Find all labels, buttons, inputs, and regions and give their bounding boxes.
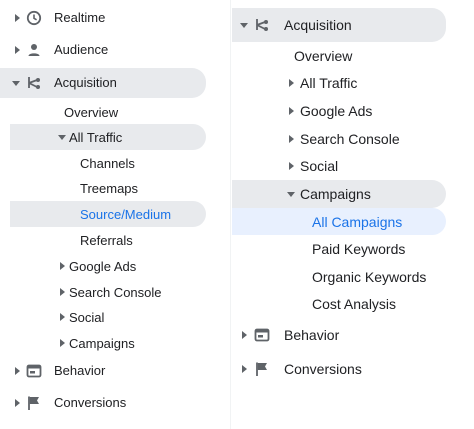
nav-item-audience[interactable]: Audience: [0, 37, 200, 63]
nav-label: Cost Analysis: [312, 296, 397, 312]
nav-label: Source/Medium: [80, 207, 172, 222]
nav-label: Acquisition: [54, 75, 117, 90]
nav-item-organic-keywords[interactable]: Organic Keywords: [232, 263, 446, 291]
nav-label: Search Console: [300, 131, 400, 147]
expand-arrow-icon[interactable]: [289, 79, 294, 87]
nav-label: Conversions: [284, 361, 362, 377]
person-icon: [28, 44, 40, 56]
nav-item-acquisition[interactable]: Acquisition: [232, 8, 446, 42]
expand-arrow-icon[interactable]: [60, 313, 65, 321]
nav-item-social[interactable]: Social: [232, 152, 446, 180]
nav-label: All Traffic: [69, 130, 123, 145]
nav-item-cost-analysis[interactable]: Cost Analysis: [232, 290, 446, 318]
nav-item-search-console[interactable]: Search Console: [0, 279, 200, 305]
expand-arrow-icon[interactable]: [60, 339, 65, 347]
nav-label: Realtime: [54, 10, 106, 25]
collapse-arrow-icon[interactable]: [287, 192, 295, 197]
nav-label: Behavior: [54, 363, 106, 378]
expand-arrow-icon[interactable]: [15, 14, 20, 22]
nav-item-realtime[interactable]: Realtime: [0, 5, 200, 31]
expand-arrow-icon[interactable]: [242, 365, 247, 373]
expand-arrow-icon[interactable]: [15, 367, 20, 375]
nav-label: Treemaps: [80, 181, 139, 196]
nav-item-conversions[interactable]: Conversions: [232, 354, 446, 384]
nav-label: Google Ads: [300, 103, 373, 119]
collapse-arrow-icon[interactable]: [12, 81, 20, 86]
nav-item-treemaps[interactable]: Treemaps: [0, 175, 200, 201]
nav-label: Paid Keywords: [312, 241, 406, 257]
nav-label: Channels: [80, 156, 135, 171]
nav-label: All Campaigns: [312, 214, 403, 230]
nav-item-behavior[interactable]: Behavior: [0, 358, 200, 384]
nav-item-channels[interactable]: Channels: [0, 150, 200, 176]
nav-label: Referrals: [80, 233, 133, 248]
expand-arrow-icon[interactable]: [60, 288, 65, 296]
expand-arrow-icon[interactable]: [15, 399, 20, 407]
expand-arrow-icon[interactable]: [242, 331, 247, 339]
nav-item-campaigns[interactable]: Campaigns: [232, 180, 446, 208]
nav-label: All Traffic: [300, 75, 358, 91]
panel-divider: [230, 0, 231, 429]
nav-item-source-medium[interactable]: Source/Medium: [10, 201, 206, 227]
nav-item-social[interactable]: Social: [0, 304, 200, 330]
clock-icon: [26, 10, 42, 26]
nav-label: Social: [300, 158, 339, 174]
nav-label: Search Console: [69, 285, 162, 300]
expand-arrow-icon[interactable]: [60, 262, 65, 270]
nav-label: Conversions: [54, 395, 127, 410]
flag-icon: [256, 362, 267, 376]
nav-item-paid-keywords[interactable]: Paid Keywords: [232, 235, 446, 263]
nav-item-all-traffic[interactable]: All Traffic: [10, 124, 206, 150]
behavior-window-icon: [254, 328, 270, 342]
nav-item-conversions[interactable]: Conversions: [0, 390, 200, 416]
nav-label: Acquisition: [284, 17, 352, 33]
behavior-window-icon: [26, 364, 42, 378]
acquisition-fork-icon: [28, 77, 40, 89]
expand-arrow-icon[interactable]: [15, 46, 20, 54]
nav-item-google-ads[interactable]: Google Ads: [0, 253, 200, 279]
nav-item-search-console[interactable]: Search Console: [232, 125, 446, 153]
nav-item-referrals[interactable]: Referrals: [0, 227, 200, 253]
nav-label: Audience: [54, 42, 109, 57]
nav-label: Organic Keywords: [312, 269, 427, 285]
nav-item-google-ads[interactable]: Google Ads: [232, 97, 446, 125]
left-nav-panel: Realtime Audience Acquisition Overview A…: [0, 0, 230, 429]
nav-label: Overview: [294, 48, 353, 64]
nav-label: Social: [69, 310, 105, 325]
collapse-arrow-icon[interactable]: [240, 23, 248, 28]
nav-item-all-traffic[interactable]: All Traffic: [232, 69, 446, 97]
nav-label: Behavior: [284, 327, 340, 343]
nav-item-overview[interactable]: Overview: [0, 99, 200, 125]
acquisition-fork-icon: [256, 19, 268, 31]
nav-item-acquisition[interactable]: Acquisition: [0, 68, 206, 98]
nav-item-campaigns[interactable]: Campaigns: [0, 330, 200, 356]
nav-label: Campaigns: [300, 186, 371, 202]
nav-label: Campaigns: [69, 336, 135, 351]
collapse-arrow-icon[interactable]: [58, 135, 66, 140]
nav-item-all-campaigns[interactable]: All Campaigns: [232, 208, 446, 235]
expand-arrow-icon[interactable]: [289, 107, 294, 115]
nav-item-overview[interactable]: Overview: [232, 42, 446, 69]
nav-item-behavior[interactable]: Behavior: [232, 320, 446, 350]
right-nav-panel: Acquisition Overview All Traffic Google …: [232, 0, 474, 429]
flag-icon: [28, 396, 39, 410]
expand-arrow-icon[interactable]: [289, 162, 294, 170]
expand-arrow-icon[interactable]: [289, 135, 294, 143]
nav-label: Google Ads: [69, 259, 137, 274]
nav-label: Overview: [64, 105, 119, 120]
